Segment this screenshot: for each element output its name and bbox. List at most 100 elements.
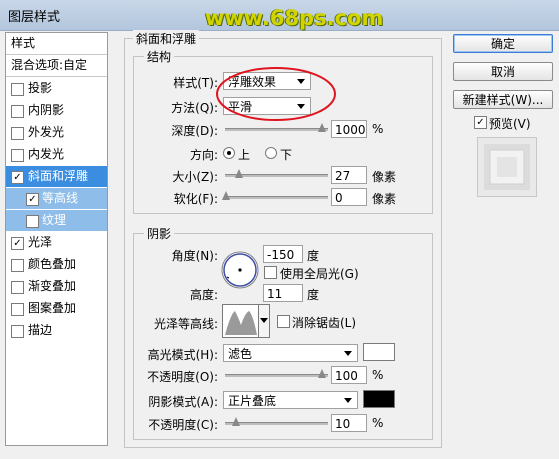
checkbox[interactable] xyxy=(11,83,24,96)
depth-input[interactable]: 1000 xyxy=(331,120,367,138)
bevel-emboss-title: 斜面和浮雕 xyxy=(133,30,200,47)
gloss-contour-label: 光泽等高线: xyxy=(153,317,218,331)
gloss-contour-preview[interactable] xyxy=(222,304,260,338)
annotation-ellipse xyxy=(216,67,336,121)
preview-image xyxy=(484,144,530,190)
angle-unit: 度 xyxy=(307,249,320,263)
highlight-opacity-track[interactable] xyxy=(225,374,328,377)
cancel-label: 取消 xyxy=(490,65,515,79)
preview-checkbox[interactable]: ✓ xyxy=(474,116,487,129)
soften-slider-thumb[interactable] xyxy=(222,191,230,200)
depth-slider-thumb[interactable] xyxy=(318,123,326,132)
anti-alias-label: 消除锯齿(L) xyxy=(292,316,357,330)
style-item-drop-shadow[interactable]: 投影 xyxy=(6,78,107,99)
checkbox[interactable] xyxy=(11,303,24,316)
checkbox[interactable] xyxy=(11,325,24,338)
altitude-label: 高度: xyxy=(189,288,218,302)
chevron-down-icon xyxy=(344,398,352,403)
style-item-contour[interactable]: ✓ 等高线 xyxy=(6,188,107,209)
chevron-down-icon xyxy=(260,318,268,323)
highlight-opacity-label: 不透明度(O): xyxy=(147,370,218,384)
gloss-contour-dropdown[interactable] xyxy=(258,304,270,338)
checkbox[interactable] xyxy=(11,149,24,162)
styles-header-label: 样式 xyxy=(11,36,36,50)
shadow-opacity-value: 10 xyxy=(335,417,351,431)
style-item-texture[interactable]: 纹理 xyxy=(6,210,107,231)
highlight-mode-label: 高光模式(H): xyxy=(147,348,218,362)
styles-list: 样式 混合选项:自定 投影 内阴影 外发光 内发光 ✓ 斜面和浮雕 ✓ 等高线 纹理… xyxy=(5,32,108,446)
cancel-button[interactable]: 取消 xyxy=(453,62,553,81)
altitude-unit: 度 xyxy=(307,288,320,302)
checkbox[interactable] xyxy=(11,281,24,294)
style-label: 等高线 xyxy=(42,191,79,205)
style-item-stroke[interactable]: 描边 xyxy=(6,320,107,341)
contour-curve-icon xyxy=(225,311,257,335)
checkbox[interactable] xyxy=(26,215,39,228)
style-item-inner-glow[interactable]: 内发光 xyxy=(6,144,107,165)
checkbox[interactable] xyxy=(11,127,24,140)
ok-button[interactable]: 确定 xyxy=(453,34,553,53)
highlight-opacity-input[interactable]: 100 xyxy=(331,366,367,384)
global-light-label: 使用全局光(G) xyxy=(280,267,359,281)
checkbox[interactable] xyxy=(11,259,24,272)
depth-label: 深度(D): xyxy=(171,124,218,138)
blend-options-label: 混合选项:自定 xyxy=(11,58,88,72)
size-slider-thumb[interactable] xyxy=(235,169,243,178)
style-item-bevel-emboss[interactable]: ✓ 斜面和浮雕 xyxy=(6,166,107,187)
checkbox[interactable]: ✓ xyxy=(11,237,24,250)
style-item-color-overlay[interactable]: 颜色叠加 xyxy=(6,254,107,275)
size-input[interactable]: 27 xyxy=(331,166,367,184)
depth-slider-track[interactable] xyxy=(225,128,328,131)
soften-input[interactable]: 0 xyxy=(331,188,367,206)
highlight-opacity-value: 100 xyxy=(335,369,358,383)
shadow-color-swatch[interactable] xyxy=(363,390,395,408)
angle-input[interactable]: -150 xyxy=(263,245,303,263)
highlight-mode-value: 滤色 xyxy=(228,347,253,361)
altitude-input[interactable]: 11 xyxy=(263,284,303,302)
soften-value: 0 xyxy=(335,191,343,205)
style-item-pattern-overlay[interactable]: 图案叠加 xyxy=(6,298,107,319)
style-label: 图案叠加 xyxy=(28,301,77,315)
style-item-inner-shadow[interactable]: 内阴影 xyxy=(6,100,107,121)
preview-label: 预览(V) xyxy=(489,117,531,131)
shadow-opacity-thumb[interactable] xyxy=(232,417,240,426)
checkbox[interactable] xyxy=(11,105,24,118)
anti-alias-checkbox[interactable] xyxy=(277,315,290,328)
altitude-value: 11 xyxy=(267,287,283,301)
highlight-opacity-unit: % xyxy=(372,368,384,382)
shadow-opacity-unit: % xyxy=(372,416,384,430)
shadow-mode-label: 阴影模式(A): xyxy=(148,395,218,409)
highlight-mode-select[interactable]: 滤色 xyxy=(223,344,358,362)
checkbox[interactable]: ✓ xyxy=(26,193,39,206)
style-label: 颜色叠加 xyxy=(28,257,77,271)
checkbox[interactable]: ✓ xyxy=(11,171,24,184)
size-label: 大小(Z): xyxy=(172,170,218,184)
angle-dial[interactable] xyxy=(220,250,260,290)
size-unit: 像素 xyxy=(372,170,397,184)
style-item-gradient-overlay[interactable]: 渐变叠加 xyxy=(6,276,107,297)
highlight-opacity-thumb[interactable] xyxy=(318,369,326,378)
style-item-satin[interactable]: ✓ 光泽 xyxy=(6,232,107,253)
styles-header[interactable]: 样式 xyxy=(6,33,107,55)
watermark: www.68ps.com xyxy=(205,6,384,30)
soften-slider-track[interactable] xyxy=(225,196,328,199)
style-item-outer-glow[interactable]: 外发光 xyxy=(6,122,107,143)
depth-value: 1000 xyxy=(335,123,366,137)
depth-unit: % xyxy=(372,122,384,136)
highlight-color-swatch[interactable] xyxy=(363,343,395,361)
new-style-label: 新建样式(W)... xyxy=(462,93,544,107)
new-style-button[interactable]: 新建样式(W)... xyxy=(453,90,553,109)
direction-down-radio[interactable] xyxy=(265,147,277,159)
global-light-checkbox[interactable] xyxy=(264,266,277,279)
blend-options-item[interactable]: 混合选项:自定 xyxy=(6,55,107,77)
shadow-opacity-input[interactable]: 10 xyxy=(331,414,367,432)
shadow-mode-select[interactable]: 正片叠底 xyxy=(223,391,358,409)
style-label: 内发光 xyxy=(28,147,65,161)
ok-label: 确定 xyxy=(490,37,515,51)
direction-down-label: 下 xyxy=(280,148,293,162)
style-label: 外发光 xyxy=(28,125,65,139)
shading-title: 阴影 xyxy=(144,225,175,242)
direction-up-radio[interactable] xyxy=(223,147,235,159)
shadow-opacity-label: 不透明度(C): xyxy=(148,418,218,432)
shadow-opacity-track[interactable] xyxy=(225,422,328,425)
